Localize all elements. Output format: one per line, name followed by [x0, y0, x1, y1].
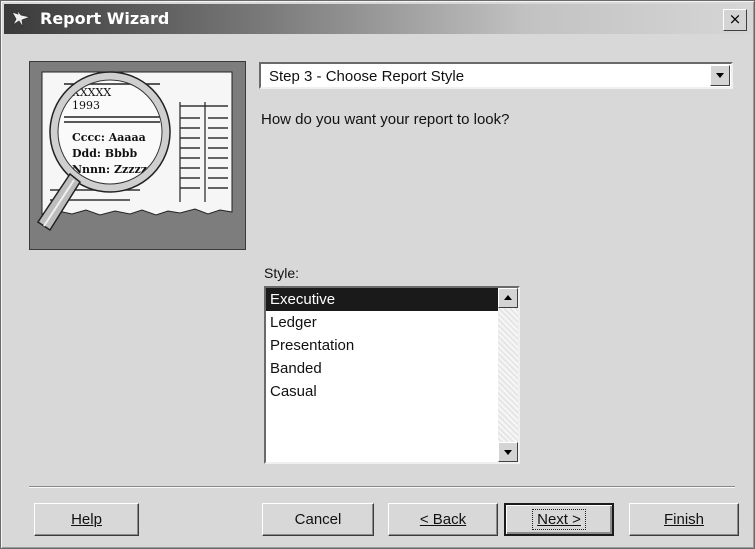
style-option-presentation[interactable]: Presentation: [266, 334, 498, 357]
back-button-label: < Back: [419, 511, 467, 528]
style-label: Style:: [264, 265, 300, 281]
illus-line-4: Ddd: Bbbb: [72, 147, 137, 160]
wizard-question: How do you want your report to look?: [261, 111, 510, 128]
illus-line-2: 1993: [72, 99, 100, 112]
style-option-banded[interactable]: Banded: [266, 357, 498, 380]
report-magnifier-icon: XXXXX 1993 Cccc: Aaaaa Ddd: Bbbb Nnnn: Z…: [36, 71, 233, 232]
back-button[interactable]: < Back: [388, 503, 498, 536]
cancel-button-label: Cancel: [294, 511, 342, 528]
close-icon: ×: [728, 10, 742, 28]
next-button-label: Next >: [537, 511, 581, 528]
style-list: Executive Ledger Presentation Banded Cas…: [266, 288, 498, 403]
wizard-illustration: XXXXX 1993 Cccc: Aaaaa Ddd: Bbbb Nnnn: Z…: [29, 61, 246, 250]
close-button[interactable]: ×: [723, 9, 747, 31]
help-button-label: Help: [71, 511, 102, 528]
style-option-executive[interactable]: Executive: [266, 288, 498, 311]
step-dropdown-value: Step 3 - Choose Report Style: [269, 68, 465, 85]
illus-line-5: Nnnn: Zzzzz: [72, 163, 147, 176]
finish-button[interactable]: Finish: [629, 503, 739, 536]
style-listbox[interactable]: Executive Ledger Presentation Banded Cas…: [264, 286, 520, 464]
chevron-down-icon[interactable]: [710, 65, 730, 86]
step-dropdown[interactable]: Step 3 - Choose Report Style: [259, 62, 733, 89]
cancel-button[interactable]: Cancel: [262, 503, 374, 536]
report-wizard-window: Report Wizard × XXXXX 1993 Cccc: Aaaaa D…: [0, 0, 755, 549]
vertical-scrollbar[interactable]: [498, 288, 518, 462]
title-bar[interactable]: Report Wizard ×: [4, 4, 751, 34]
window-title: Report Wizard: [40, 9, 170, 28]
next-button[interactable]: Next >: [504, 503, 614, 536]
scroll-down-icon[interactable]: [498, 442, 518, 462]
wizard-icon: [11, 9, 32, 28]
scroll-up-icon[interactable]: [498, 288, 518, 308]
button-separator: [29, 486, 735, 488]
style-option-ledger[interactable]: Ledger: [266, 311, 498, 334]
finish-button-label: Finish: [663, 511, 704, 528]
illus-line-3: Cccc: Aaaaa: [72, 131, 146, 144]
style-option-casual[interactable]: Casual: [266, 380, 498, 403]
help-button[interactable]: Help: [34, 503, 139, 536]
